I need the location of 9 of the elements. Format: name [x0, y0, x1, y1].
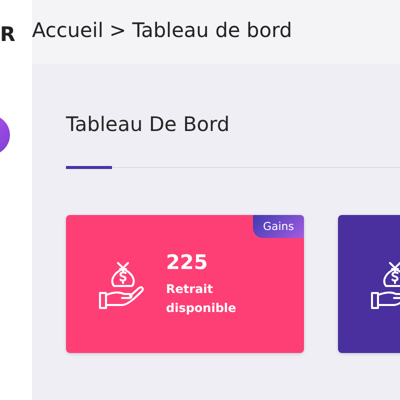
breadcrumb-separator: >	[109, 18, 126, 42]
breadcrumb-current: Tableau de bord	[132, 18, 292, 42]
breadcrumb-link[interactable]: Accueil	[32, 18, 104, 42]
stat-label: Retrait disponible	[166, 280, 238, 317]
stat-value: 225	[166, 250, 209, 274]
title-underline	[66, 166, 112, 169]
category-badge: Gains	[252, 215, 304, 238]
page-title: Tableau De Bord	[66, 112, 231, 136]
logo-text: R	[0, 22, 16, 46]
